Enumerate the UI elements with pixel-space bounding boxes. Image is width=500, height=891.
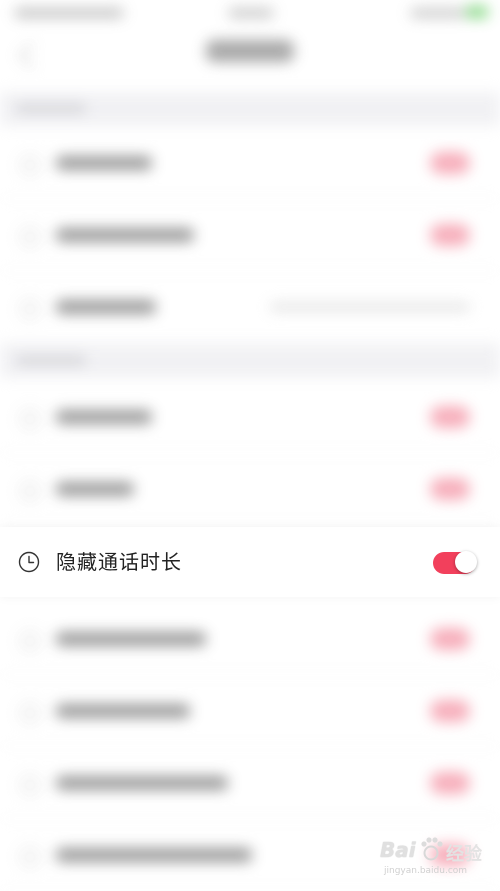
settings-row[interactable] — [0, 128, 500, 199]
row-label — [56, 776, 228, 790]
blurred-settings-background — [0, 0, 500, 891]
status-time — [228, 8, 274, 18]
status-bar — [0, 0, 500, 28]
row-label — [56, 632, 206, 646]
row-icon — [20, 409, 40, 429]
settings-row[interactable] — [0, 748, 500, 819]
back-icon[interactable] — [18, 42, 45, 69]
row-toggle[interactable] — [430, 700, 470, 722]
row-icon — [20, 155, 40, 175]
row-value — [270, 303, 470, 311]
battery-icon — [466, 6, 488, 18]
settings-row[interactable] — [0, 382, 500, 453]
row-label — [56, 228, 194, 242]
row-icon — [20, 631, 40, 651]
row-icon — [20, 481, 40, 501]
row-toggle[interactable] — [430, 152, 470, 174]
row-icon — [20, 775, 40, 795]
hide-call-duration-label: 隐藏通话时长 — [56, 550, 182, 574]
carrier-signal — [14, 8, 124, 18]
row-toggle[interactable] — [430, 406, 470, 428]
status-indicators — [410, 8, 466, 18]
section-header-label — [16, 356, 86, 365]
settings-row[interactable] — [0, 676, 500, 747]
row-toggle[interactable] — [430, 478, 470, 500]
navigation-bar — [0, 28, 500, 90]
row-toggle[interactable] — [430, 772, 470, 794]
section-header — [0, 344, 500, 378]
row-toggle[interactable] — [430, 628, 470, 650]
hide-call-duration-toggle[interactable] — [433, 551, 477, 574]
watermark-brand: Bai — [380, 838, 416, 862]
row-label — [56, 704, 190, 718]
section-header-label — [16, 104, 86, 113]
settings-row[interactable] — [0, 272, 500, 343]
row-toggle[interactable] — [430, 224, 470, 246]
row-label — [56, 300, 156, 314]
row-icon — [20, 227, 40, 247]
row-label — [56, 848, 252, 862]
section-header — [0, 92, 500, 126]
watermark-brand-cn: 经验 — [446, 844, 482, 865]
settings-row[interactable] — [0, 604, 500, 675]
toggle-knob — [455, 551, 477, 573]
watermark-url: jingyan.baidu.com — [384, 866, 468, 876]
baidu-jingyan-watermark: Bai 经验 jingyan.baidu.com — [380, 830, 496, 880]
row-icon — [20, 299, 40, 319]
paw-logo-icon — [421, 837, 443, 861]
settings-row[interactable] — [0, 454, 500, 525]
row-label — [56, 482, 134, 496]
row-icon — [20, 703, 40, 723]
settings-row[interactable] — [0, 200, 500, 271]
clock-icon — [18, 551, 40, 573]
row-label — [56, 156, 152, 170]
row-icon — [20, 847, 40, 867]
hide-call-duration-row[interactable]: 隐藏通话时长 — [0, 527, 500, 597]
row-label — [56, 410, 152, 424]
page-title — [206, 40, 294, 62]
